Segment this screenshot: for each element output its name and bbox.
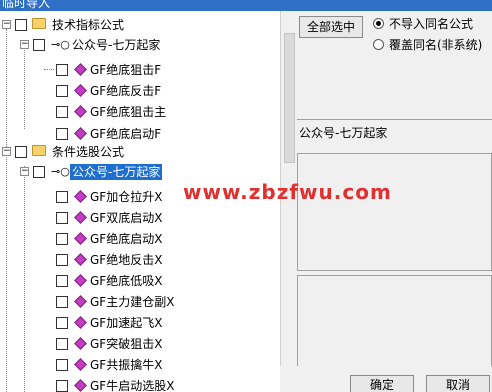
item-checkbox[interactable]: [56, 64, 68, 76]
formula-icon: [74, 337, 87, 350]
item-label: GF绝底狙击主: [90, 105, 167, 119]
tree-item[interactable]: GF双底启动X: [0, 208, 280, 228]
formula-icon: [74, 105, 87, 118]
radio-overwrite-label: 覆盖同名(非系统): [389, 38, 483, 52]
item-label: GF加仓拉升X: [90, 190, 163, 204]
subgroup-checkbox[interactable]: [33, 39, 45, 51]
tree-item[interactable]: GF绝底启动F: [0, 124, 280, 144]
item-label: GF双底启动X: [90, 211, 163, 225]
formula-icon: [74, 232, 87, 245]
collapse-toggle[interactable]: −: [20, 40, 29, 49]
item-label: GF绝地反击X: [90, 253, 163, 267]
group-checkbox[interactable]: [15, 19, 27, 31]
collapse-toggle[interactable]: −: [20, 167, 29, 176]
scrollbar-thumb[interactable]: [284, 33, 295, 163]
item-checkbox[interactable]: [56, 380, 68, 392]
ok-button[interactable]: 确定: [350, 375, 414, 392]
formula-icon: [74, 84, 87, 97]
tree-item[interactable]: GF突破狙击X: [0, 334, 280, 354]
tree-line: [44, 69, 54, 70]
window-title: 临时导入: [2, 0, 51, 10]
select-all-button[interactable]: 全部选中: [299, 16, 363, 38]
item-checkbox[interactable]: [56, 317, 68, 329]
tree-node-subgroup-1[interactable]: − ⊸○ 公众号-七万起家: [0, 35, 280, 55]
tree-item[interactable]: GF加速起飞X: [0, 313, 280, 333]
info-panel: 公众号-七万起家: [297, 119, 492, 153]
collapse-toggle[interactable]: −: [2, 147, 11, 156]
tree-node-subgroup-2[interactable]: − ⊸○ 公众号-七万起家: [0, 162, 280, 182]
item-checkbox[interactable]: [56, 338, 68, 350]
tree-item[interactable]: GF绝地反击X: [0, 250, 280, 270]
dialog-footer: 确定 取消: [280, 366, 492, 392]
radio-skip-duplicates[interactable]: [373, 18, 384, 29]
tree-item[interactable]: GF绝底低吸X: [0, 271, 280, 291]
item-label: GF绝底启动X: [90, 232, 163, 246]
formula-icon: [74, 211, 87, 224]
tree-item[interactable]: GF主力建仓副X: [0, 292, 280, 312]
item-label: GF突破狙击X: [90, 337, 163, 351]
radio-skip-duplicates-label: 不导入同名公式: [389, 17, 474, 31]
watermark: www.zbzfwu.com: [183, 180, 392, 204]
collapse-toggle[interactable]: −: [2, 20, 11, 29]
info-text: 公众号-七万起家: [299, 126, 388, 140]
title-bar: 临时导入: [0, 0, 492, 11]
item-checkbox[interactable]: [56, 212, 68, 224]
tree-item[interactable]: GF绝底狙击F: [0, 60, 280, 80]
tree-item[interactable]: GF牛启动选股X: [0, 376, 280, 392]
item-checkbox[interactable]: [56, 128, 68, 140]
tree-node-group-2[interactable]: − 条件选股公式: [0, 142, 280, 162]
formula-icon: [74, 253, 87, 266]
item-checkbox[interactable]: [56, 106, 68, 118]
formula-icon: [74, 358, 87, 371]
item-label: GF牛启动选股X: [90, 379, 175, 392]
item-checkbox[interactable]: [56, 85, 68, 97]
group-checkbox[interactable]: [15, 146, 27, 158]
subgroup-label: 公众号-七万起家: [72, 38, 161, 52]
tree-item[interactable]: GF共振擒牛X: [0, 355, 280, 375]
item-checkbox[interactable]: [56, 191, 68, 203]
item-label: GF绝底低吸X: [90, 274, 163, 288]
formula-icon: [74, 274, 87, 287]
tree-item[interactable]: GF绝底反击F: [0, 81, 280, 101]
group-label: 技术指标公式: [52, 18, 125, 32]
group-label: 条件选股公式: [52, 145, 125, 159]
item-label: GF绝底启动F: [90, 127, 162, 141]
item-label: GF主力建仓副X: [90, 295, 175, 309]
formula-icon: [74, 379, 87, 392]
folder-icon: [32, 145, 46, 156]
formula-icon: [74, 190, 87, 203]
description-panel: [297, 153, 492, 271]
folder-icon: [32, 18, 46, 29]
item-label: GF共振擒牛X: [90, 358, 163, 372]
key-icon: ⊸○: [51, 38, 70, 51]
item-checkbox[interactable]: [56, 254, 68, 266]
item-label: GF绝底狙击F: [90, 63, 162, 77]
radio-overwrite[interactable]: [373, 39, 384, 50]
formula-icon: [74, 295, 87, 308]
detail-panel: [297, 275, 492, 367]
tree-item[interactable]: GF绝底狙击主: [0, 102, 280, 122]
formula-icon: [74, 63, 87, 76]
key-icon: ⊸○: [51, 165, 70, 178]
item-checkbox[interactable]: [56, 359, 68, 371]
item-checkbox[interactable]: [56, 233, 68, 245]
subgroup-checkbox[interactable]: [33, 166, 45, 178]
tree-node-group-1[interactable]: − 技术指标公式: [0, 15, 280, 35]
item-label: GF绝底反击F: [90, 84, 162, 98]
formula-icon: [74, 316, 87, 329]
tree-item[interactable]: GF绝底启动X: [0, 229, 280, 249]
formula-icon: [74, 127, 87, 140]
item-label: GF加速起飞X: [90, 316, 163, 330]
item-checkbox[interactable]: [56, 296, 68, 308]
cancel-button[interactable]: 取消: [426, 375, 490, 392]
item-checkbox[interactable]: [56, 275, 68, 287]
subgroup-label: 公众号-七万起家: [70, 164, 163, 180]
